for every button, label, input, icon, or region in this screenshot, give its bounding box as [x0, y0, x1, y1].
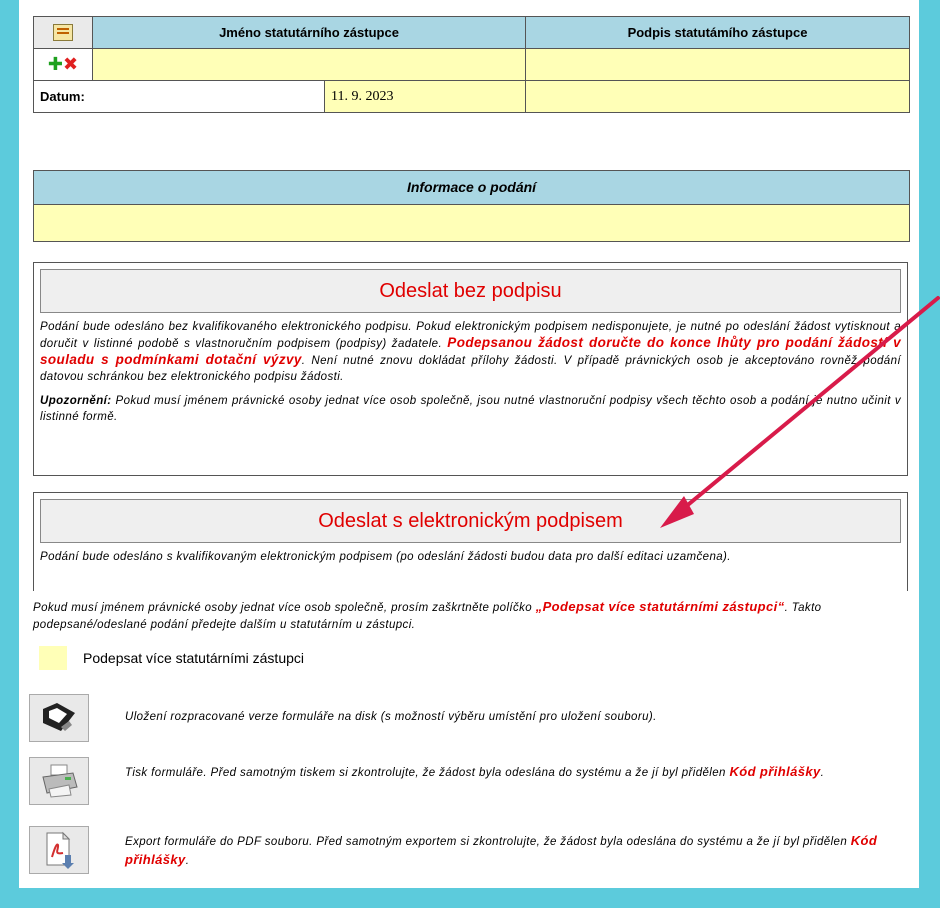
- annotation-arrow: [660, 296, 940, 528]
